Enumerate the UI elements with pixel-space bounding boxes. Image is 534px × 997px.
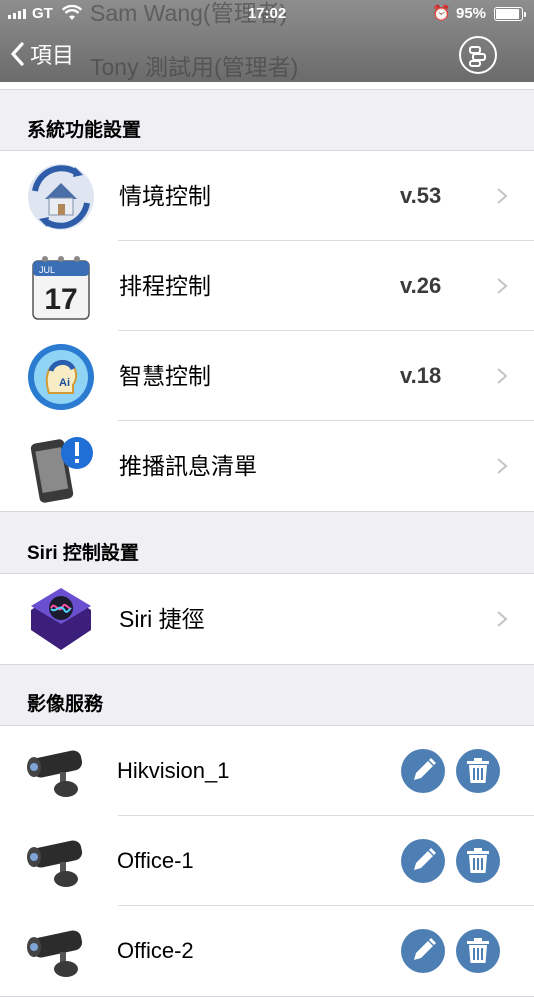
pencil-icon	[414, 758, 436, 780]
camera-row[interactable]: Office-2	[0, 906, 534, 996]
delete-button[interactable]	[456, 839, 500, 883]
chevron-right-icon	[497, 188, 508, 204]
battery-percentage: 95%	[456, 5, 487, 22]
list-item-scene-control[interactable]: 情境控制 v.53	[0, 151, 534, 241]
navigation-bar: Sam Wang(管理者) Tony 測試用(管理者) GT 17:02 ⏰ 9…	[0, 0, 534, 82]
back-button[interactable]: 項目	[10, 36, 74, 72]
list-item-smart-control[interactable]: Ai 智慧控制 v.18	[0, 331, 534, 421]
delete-button[interactable]	[456, 929, 500, 973]
section-header-system: 系統功能設置	[27, 120, 142, 141]
scene-control-version: v.53	[400, 183, 442, 208]
ai-head-icon: Ai	[28, 344, 94, 410]
camera-name: Office-2	[117, 938, 194, 963]
trash-icon	[467, 938, 489, 963]
section-header-siri: Siri 控制設置	[27, 543, 139, 564]
edit-button[interactable]	[401, 749, 445, 793]
edit-button[interactable]	[401, 929, 445, 973]
list-icon	[469, 46, 486, 67]
pencil-icon	[414, 938, 436, 960]
siri-icon	[31, 588, 91, 650]
schedule-control-version: v.26	[400, 273, 442, 298]
system-function-group: 情境控制 v.53 JUL 17 排程控制 v.26 Ai 智慧控制 v.18	[0, 150, 534, 512]
back-label: 項目	[30, 43, 75, 68]
phone-alert-icon	[30, 437, 93, 503]
smart-control-label: 智慧控制	[119, 363, 211, 389]
camera-row[interactable]: Hikvision_1	[0, 726, 534, 816]
scene-house-icon	[28, 164, 94, 230]
video-services-group: Hikvision_1 Office-1 Office-2	[0, 725, 534, 997]
status-bar: GT 17:02 ⏰ 95%	[0, 0, 534, 28]
camera-row[interactable]: Office-1	[0, 816, 534, 906]
section-header-video: 影像服務	[27, 694, 104, 715]
delete-button[interactable]	[456, 749, 500, 793]
svg-text:Ai: Ai	[59, 377, 70, 389]
smart-control-version: v.18	[400, 363, 442, 388]
siri-group: Siri 捷徑	[0, 573, 534, 665]
list-item-push-messages[interactable]: 推播訊息清單	[0, 421, 534, 511]
camera-icon	[27, 840, 83, 887]
svg-text:17: 17	[44, 283, 77, 316]
clock: 17:02	[247, 5, 287, 22]
push-messages-label: 推播訊息清單	[119, 453, 257, 479]
list-item-schedule-control[interactable]: JUL 17 排程控制 v.26	[0, 241, 534, 331]
schedule-control-label: 排程控制	[119, 273, 211, 299]
scene-control-label: 情境控制	[119, 183, 211, 209]
siri-shortcuts-label: Siri 捷徑	[119, 606, 205, 632]
ghost-title-2: Tony 測試用(管理者)	[90, 54, 299, 80]
edit-button[interactable]	[401, 839, 445, 883]
camera-name: Hikvision_1	[117, 758, 230, 783]
chevron-right-icon	[497, 368, 508, 384]
battery-icon	[494, 7, 526, 21]
chevron-right-icon	[497, 278, 508, 294]
chevron-right-icon	[497, 458, 508, 474]
camera-icon	[27, 750, 83, 797]
trash-icon	[467, 758, 489, 783]
alarm-icon: ⏰	[432, 5, 451, 22]
chevron-left-icon	[11, 42, 24, 66]
list-top-strip	[0, 82, 534, 90]
calendar-icon: JUL 17	[32, 256, 90, 320]
pencil-icon	[414, 848, 436, 870]
camera-name: Office-1	[117, 848, 194, 873]
camera-icon	[27, 930, 83, 977]
menu-button[interactable]	[459, 36, 497, 74]
trash-icon	[467, 848, 489, 873]
svg-text:JUL: JUL	[39, 265, 55, 275]
chevron-right-icon	[497, 611, 508, 627]
list-item-siri-shortcuts[interactable]: Siri 捷徑	[0, 574, 534, 664]
